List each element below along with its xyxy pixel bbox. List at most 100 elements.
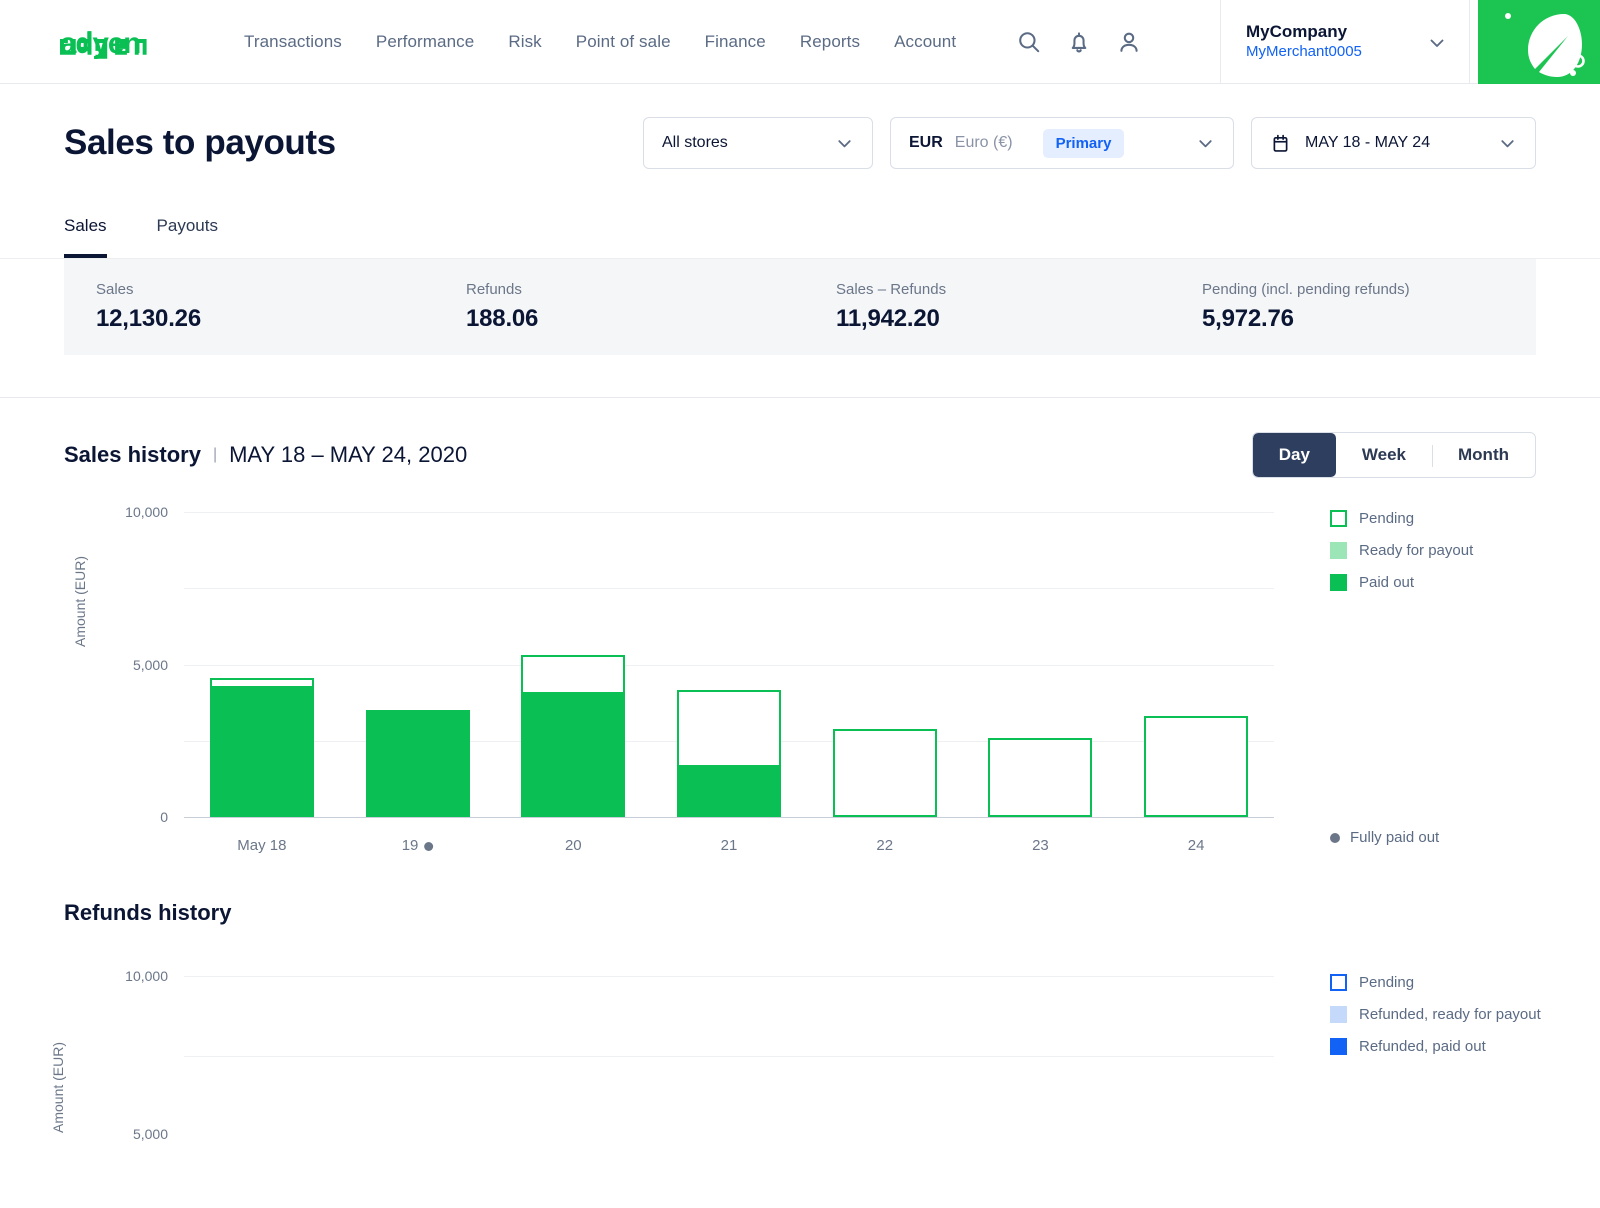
tab-bar: Sales Payouts <box>0 202 1600 259</box>
legend-label: Pending <box>1359 974 1414 991</box>
chevron-down-icon <box>1427 33 1447 58</box>
kpi-value: 12,130.26 <box>96 305 434 333</box>
nav-item-risk[interactable]: Risk <box>508 32 541 52</box>
y-axis-tick: 0 <box>88 809 168 825</box>
brand-leaf-tile <box>1478 0 1600 84</box>
tab-sales[interactable]: Sales <box>64 202 107 258</box>
bar-segment-paid-out[interactable] <box>210 686 314 817</box>
sales-history-title: Sales history <box>64 442 201 468</box>
gridline <box>184 665 1274 666</box>
y-axis-tick: 10,000 <box>88 504 168 520</box>
nav-item-reports[interactable]: Reports <box>800 32 860 52</box>
logo-wordmark: adyen <box>60 26 140 58</box>
currency-filter-dropdown[interactable]: EUR Euro (€) Primary <box>890 117 1234 169</box>
legend-item[interactable]: Ready for payout <box>1330 534 1473 566</box>
company-name: MyCompany <box>1246 21 1362 42</box>
sales-history-section: Sales history | MAY 18 – MAY 24, 2020 Da… <box>0 398 1600 862</box>
store-filter-dropdown[interactable]: All stores <box>643 117 873 169</box>
chevron-down-icon <box>1480 134 1517 153</box>
chevron-down-icon <box>817 134 854 153</box>
header-icon-group <box>1016 29 1142 55</box>
granularity-month[interactable]: Month <box>1432 433 1535 477</box>
sales-chart-legend: Pending Ready for payout Paid out <box>1330 502 1473 598</box>
date-range-picker[interactable]: MAY 18 - MAY 24 <box>1251 117 1536 169</box>
legend-item[interactable]: Pending <box>1330 966 1541 998</box>
refunds-history-chart: 10,0005,000Amount (EUR)PendingRefunded, … <box>64 948 1536 1138</box>
kpi-summary-strip: Sales 12,130.26 Refunds 188.06 Sales – R… <box>64 259 1536 355</box>
y-axis-tick: 5,000 <box>88 657 168 673</box>
adyen-logo[interactable]: adyen <box>60 25 182 59</box>
granularity-day[interactable]: Day <box>1253 433 1336 477</box>
legend-swatch-icon <box>1330 574 1347 591</box>
legend-swatch-icon <box>1330 510 1347 527</box>
nav-item-performance[interactable]: Performance <box>376 32 474 52</box>
fully-paid-out-label: Fully paid out <box>1350 829 1439 846</box>
nav-item-account[interactable]: Account <box>894 32 956 52</box>
merchant-name: MyMerchant0005 <box>1246 42 1362 62</box>
calendar-icon <box>1270 133 1291 154</box>
kpi-pending: Pending (incl. pending refunds) 5,972.76 <box>1170 281 1410 333</box>
currency-name: Euro (€) <box>955 134 1013 152</box>
kpi-label: Sales <box>96 281 434 298</box>
legend-label: Ready for payout <box>1359 542 1473 559</box>
kpi-value: 5,972.76 <box>1202 305 1410 333</box>
page-header: Sales to payouts All stores EUR Euro (€)… <box>0 84 1600 202</box>
bar-segment-pending[interactable] <box>988 738 1092 817</box>
x-axis-tick: 19 <box>402 837 434 854</box>
legend-label: Refunded, ready for payout <box>1359 1006 1541 1023</box>
kpi-sales-minus-refunds: Sales – Refunds 11,942.20 <box>804 281 1170 333</box>
y-axis-tick: 10,000 <box>88 968 168 984</box>
fully-paid-out-dot-icon <box>1330 833 1340 843</box>
legend-item[interactable]: Pending <box>1330 502 1473 534</box>
search-icon[interactable] <box>1016 29 1042 55</box>
gridline <box>184 512 1274 513</box>
kpi-label: Sales – Refunds <box>836 281 1170 298</box>
nav-item-transactions[interactable]: Transactions <box>244 32 342 52</box>
chevron-down-icon <box>1178 134 1215 153</box>
sales-history-range: MAY 18 – MAY 24, 2020 <box>229 442 467 468</box>
bar-segment-paid-out[interactable] <box>521 692 625 817</box>
x-axis-line <box>184 817 1274 818</box>
user-icon[interactable] <box>1116 29 1142 55</box>
fully-paid-out-dot-icon <box>424 842 433 851</box>
legend-swatch-icon <box>1330 1006 1347 1023</box>
title-separator: | <box>213 446 217 464</box>
bar-segment-paid-out[interactable] <box>677 765 781 817</box>
gridline <box>184 976 1274 977</box>
y-axis-label: Amount (EUR) <box>72 556 88 647</box>
bar-segment-paid-out[interactable] <box>366 710 470 817</box>
main-nav: Transactions Performance Risk Point of s… <box>244 32 956 52</box>
x-axis-tick: 24 <box>1188 837 1205 854</box>
filter-bar: All stores EUR Euro (€) Primary <box>643 117 1536 169</box>
x-axis-tick: 22 <box>876 837 893 854</box>
account-switcher[interactable]: MyCompany MyMerchant0005 <box>1220 0 1470 83</box>
fully-paid-out-note: Fully paid out <box>1330 829 1439 846</box>
kpi-value: 11,942.20 <box>836 305 1170 333</box>
tab-payouts[interactable]: Payouts <box>157 202 218 258</box>
top-navigation-bar: adyen Transactions Performance Risk Poin… <box>0 0 1600 84</box>
legend-item[interactable]: Refunded, paid out <box>1330 1030 1541 1062</box>
gridline <box>184 588 1274 589</box>
legend-swatch-icon <box>1330 542 1347 559</box>
bar-segment-pending[interactable] <box>1144 716 1248 817</box>
kpi-label: Pending (incl. pending refunds) <box>1202 281 1410 298</box>
refunds-history-title: Refunds history <box>0 900 1600 926</box>
nav-item-point-of-sale[interactable]: Point of sale <box>576 32 671 52</box>
bar-segment-pending[interactable] <box>833 729 937 817</box>
granularity-week[interactable]: Week <box>1336 433 1432 477</box>
bell-icon[interactable] <box>1066 29 1092 55</box>
legend-swatch-icon <box>1330 1038 1347 1055</box>
legend-swatch-icon <box>1330 974 1347 991</box>
nav-item-finance[interactable]: Finance <box>705 32 766 52</box>
refunds-chart-legend: Pending Refunded, ready for payout Refunde… <box>1330 966 1541 1062</box>
y-axis-label: Amount (EUR) <box>50 1042 66 1133</box>
granularity-toggle: Day Week Month <box>1252 432 1536 478</box>
legend-item[interactable]: Paid out <box>1330 566 1473 598</box>
legend-item[interactable]: Refunded, ready for payout <box>1330 998 1541 1030</box>
kpi-label: Refunds <box>466 281 804 298</box>
y-axis-tick: 5,000 <box>88 1126 168 1142</box>
x-axis-tick: 23 <box>1032 837 1049 854</box>
gridline <box>184 1056 1274 1057</box>
x-axis-tick: 20 <box>565 837 582 854</box>
legend-label: Paid out <box>1359 574 1414 591</box>
